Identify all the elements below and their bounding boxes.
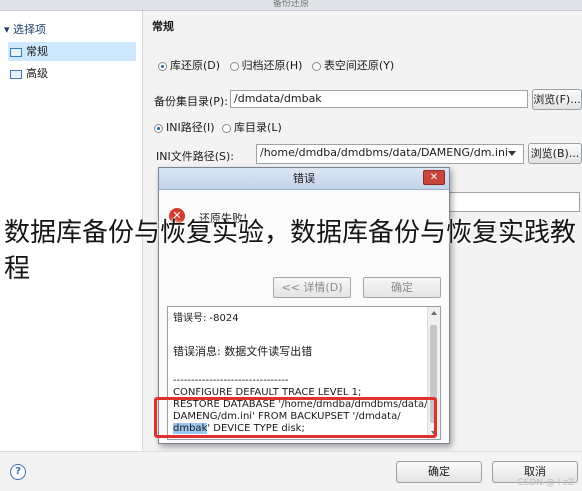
sidebar-item-advanced[interactable]: 高级 [8, 64, 136, 83]
path-type-group: INI路径(I) 库目录(L) [154, 119, 282, 135]
overlay-caption: 数据库备份与恢复实验，数据库备份与恢复实践教程 [4, 218, 577, 284]
error-dialog: 错误 ✕ ✕ 还原失败! << 详情(D) 确定 错误号: -8024 错误消息… [154, 167, 450, 444]
radio-icon [229, 61, 239, 71]
sidebar-heading[interactable]: ▾ 选择项 [4, 21, 46, 37]
highlight-box [154, 397, 437, 438]
backup-dir-label: 备份集目录(P): [154, 95, 228, 108]
window-title: 备份还原 [272, 0, 309, 9]
chevron-down-icon[interactable] [508, 151, 516, 156]
error-code: 错误号: -8024 [173, 313, 239, 324]
section-title: 常规 [152, 20, 174, 33]
window-title-bar: 备份还原 [0, 0, 582, 11]
ini-path-dropdown[interactable]: /home/dmdba/dmdbms/data/DAMENG/dm.ini [256, 144, 524, 164]
radio-ini-path[interactable]: INI路径(I) [154, 121, 215, 134]
sidebar-item-label: 常规 [26, 45, 48, 58]
close-icon[interactable]: ✕ [423, 170, 445, 185]
ini-path-value: /home/dmdba/dmdbms/data/DAMENG/dm.ini [260, 146, 508, 159]
ok-button[interactable]: 确定 [396, 461, 482, 483]
restore-type-group: 库还原(D) 归档还原(H) 表空间还原(Y) [158, 57, 394, 73]
separator-line: -------------------------------- [173, 375, 289, 386]
backup-dir-input[interactable]: /dmdata/dmbak [230, 90, 528, 108]
error-detail-message: 错误消息: 数据文件读写出错 [173, 345, 313, 358]
radio-icon [154, 123, 163, 133]
radio-archive-restore[interactable]: 归档还原(H) [229, 59, 302, 72]
radio-icon [158, 61, 167, 71]
radio-icon [311, 61, 321, 71]
browse-ini-button[interactable]: 浏览(B)... [528, 143, 582, 164]
radio-db-dir[interactable]: 库目录(L) [222, 121, 282, 134]
page-icon [10, 69, 22, 79]
radio-tablespace-restore[interactable]: 表空间还原(Y) [311, 59, 394, 72]
sidebar-item-label: 高级 [26, 67, 48, 80]
dialog-title: 错误 [159, 168, 449, 190]
radio-icon [222, 123, 232, 133]
sidebar-item-general[interactable]: 常规 [8, 42, 136, 61]
extra-input[interactable] [448, 192, 580, 212]
page-icon [10, 47, 22, 57]
footer-bar: ? 确定 取消 CSDN @ l zZ [0, 451, 582, 491]
radio-database-restore[interactable]: 库还原(D) [158, 59, 220, 72]
scroll-up-icon[interactable] [431, 311, 437, 315]
watermark: CSDN @ l zZ [517, 478, 574, 488]
help-icon[interactable]: ? [10, 464, 26, 480]
ini-path-label: INI文件路径(S): [156, 150, 234, 163]
browse-backup-dir-button[interactable]: 浏览(F)... [532, 89, 582, 110]
